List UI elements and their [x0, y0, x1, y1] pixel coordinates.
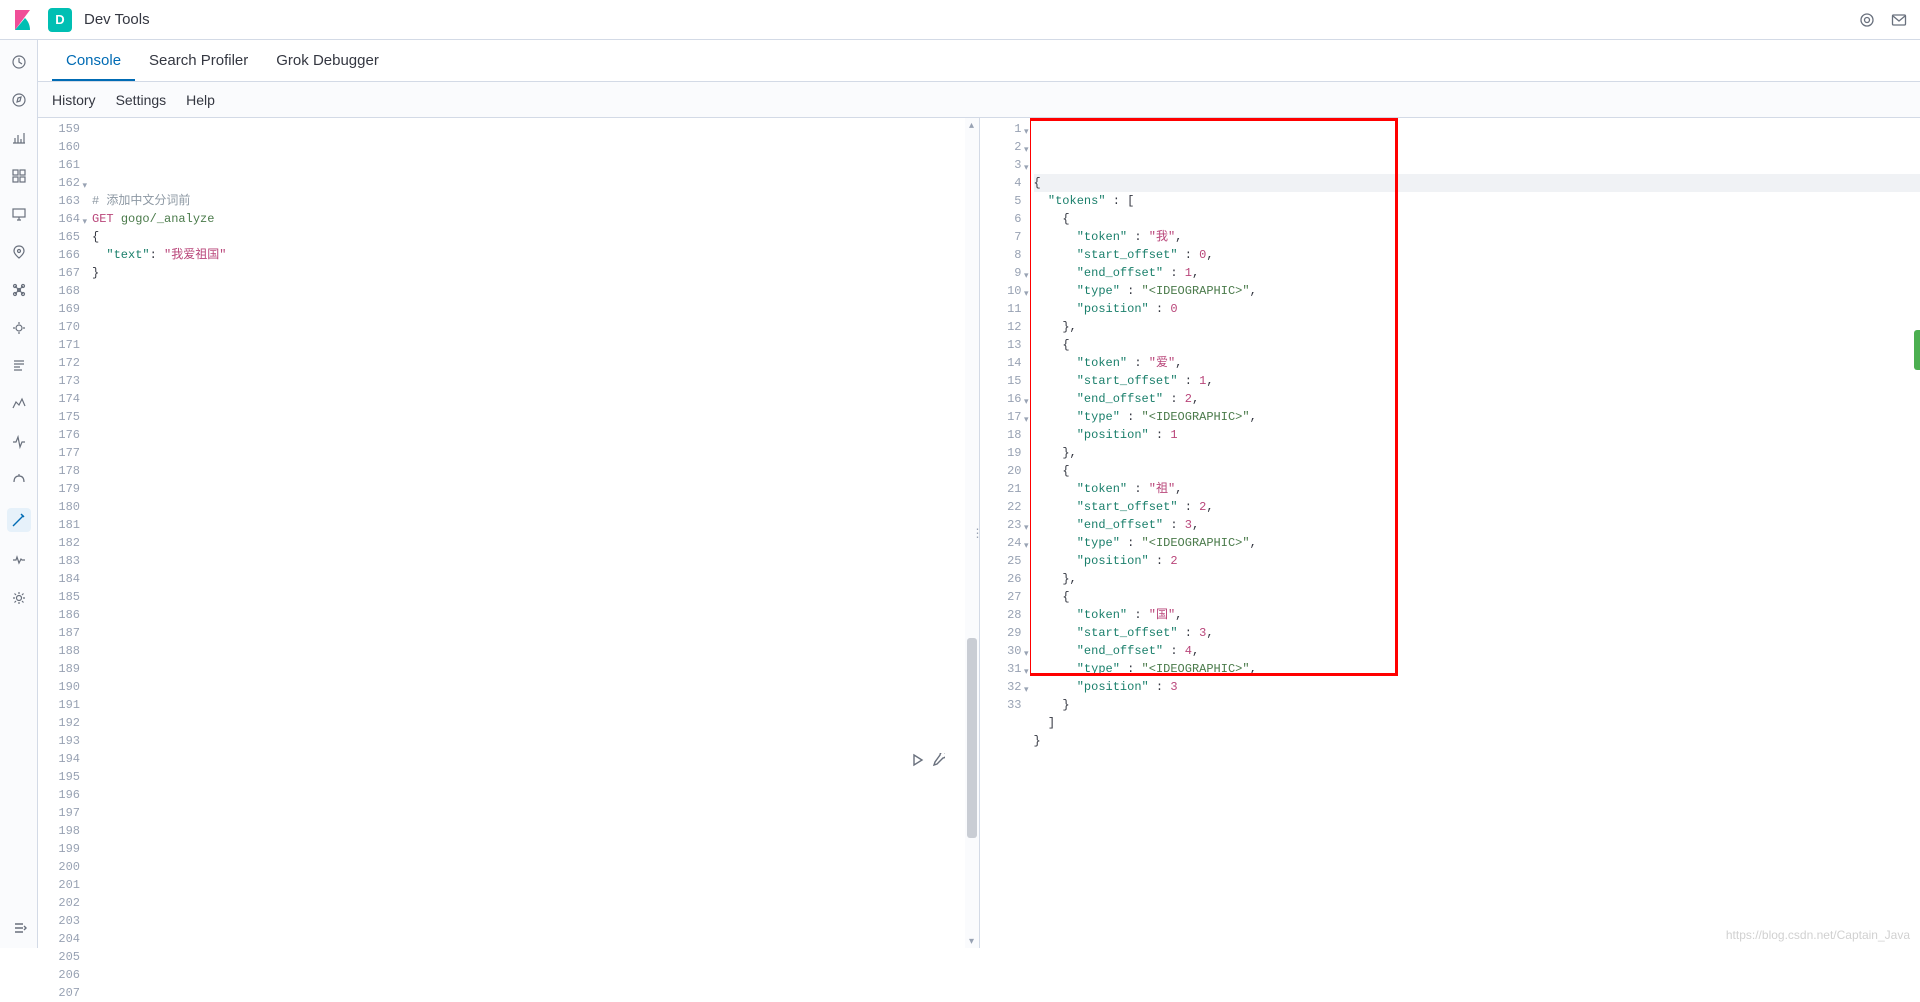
discover-icon[interactable]	[9, 90, 29, 110]
scroll-thumb[interactable]	[967, 638, 977, 838]
tab-console[interactable]: Console	[52, 42, 135, 81]
side-nav	[0, 40, 38, 948]
siem-icon[interactable]	[9, 470, 29, 490]
mail-icon[interactable]	[1890, 11, 1908, 29]
devtools-icon[interactable]	[7, 508, 31, 532]
wrench-icon[interactable]	[931, 753, 945, 773]
maps-icon[interactable]	[9, 242, 29, 262]
uptime-icon[interactable]	[9, 432, 29, 452]
monitoring-icon[interactable]	[9, 550, 29, 570]
response-viewer: { "tokens" : [ { "token" : "我", "start_o…	[1030, 118, 1920, 948]
newsfeed-icon[interactable]	[1858, 11, 1876, 29]
tab-grok-debugger[interactable]: Grok Debugger	[262, 42, 393, 81]
console-menu: History Settings Help	[38, 82, 1920, 118]
recent-icon[interactable]	[9, 52, 29, 72]
metrics-icon[interactable]	[9, 318, 29, 338]
app-badge: D	[48, 8, 72, 32]
logs-icon[interactable]	[9, 356, 29, 376]
request-editor[interactable]: # 添加中文分词前GET gogo/_analyze{ "text": "我爱祖…	[88, 118, 965, 948]
ml-icon[interactable]	[9, 280, 29, 300]
scroll-down-icon[interactable]: ▾	[965, 934, 979, 948]
scroll-up-icon[interactable]: ▴	[965, 118, 979, 132]
response-gutter: 1▾2▾3▾456789▾10▾111213141516▾17▾18192021…	[980, 118, 1030, 948]
topbar: D Dev Tools	[0, 0, 1920, 40]
menu-settings[interactable]: Settings	[116, 92, 167, 108]
menu-history[interactable]: History	[52, 92, 96, 108]
watermark: https://blog.csdn.net/Captain_Java	[1726, 928, 1910, 942]
visualize-icon[interactable]	[9, 128, 29, 148]
management-icon[interactable]	[9, 588, 29, 608]
editor-panes: 159160161162▾163164▾16516616716816917017…	[38, 118, 1920, 948]
kibana-logo-icon[interactable]	[12, 8, 36, 32]
tabs: Console Search Profiler Grok Debugger	[38, 40, 1920, 82]
tab-search-profiler[interactable]: Search Profiler	[135, 42, 262, 81]
play-icon[interactable]	[911, 753, 925, 773]
response-pane[interactable]: ⋮ 1▾2▾3▾456789▾10▾111213141516▾17▾181920…	[980, 118, 1920, 948]
request-pane[interactable]: 159160161162▾163164▾16516616716816917017…	[38, 118, 980, 948]
dashboard-icon[interactable]	[9, 166, 29, 186]
page-scroll-indicator	[1914, 330, 1920, 370]
collapse-icon[interactable]	[9, 918, 29, 938]
request-gutter: 159160161162▾163164▾16516616716816917017…	[38, 118, 88, 948]
page-title: Dev Tools	[84, 11, 150, 28]
canvas-icon[interactable]	[9, 204, 29, 224]
menu-help[interactable]: Help	[186, 92, 215, 108]
apm-icon[interactable]	[9, 394, 29, 414]
